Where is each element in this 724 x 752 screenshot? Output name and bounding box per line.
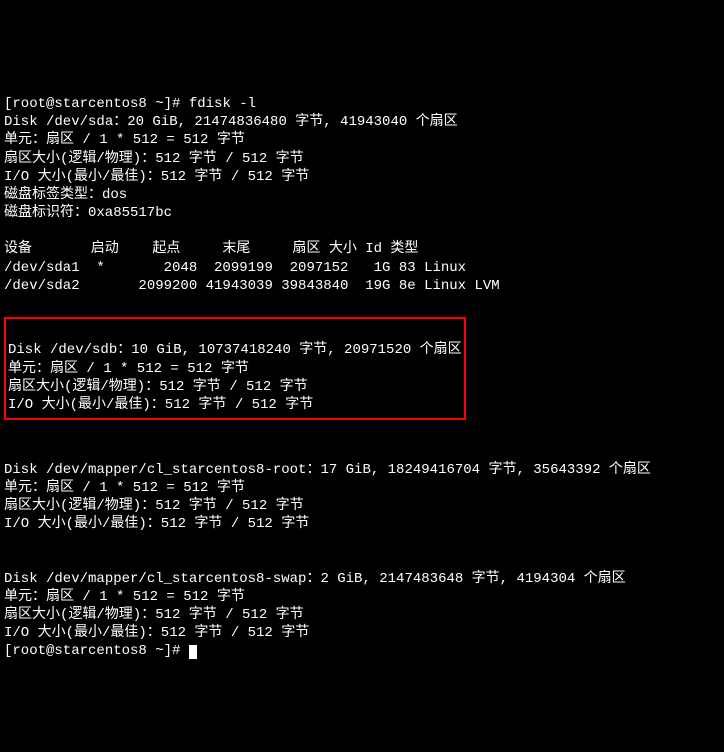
terminal-output: [root@starcentos8 ~]# fdisk -l Disk /dev… (4, 77, 720, 661)
disk-mapper-swap-units: 单元：扇区 / 1 * 512 = 512 字节 (4, 589, 245, 605)
disk-mapper-swap-io-size: I/O 大小(最小/最佳)：512 字节 / 512 字节 (4, 625, 309, 641)
partition-row: /dev/sda2 2099200 41943039 39843840 19G … (4, 278, 500, 294)
shell-prompt: [root@starcentos8 ~]# (4, 96, 189, 112)
disk-sda-label-type: 磁盘标签类型：dos (4, 187, 127, 203)
disk-sda-sector-size: 扇区大小(逻辑/物理)：512 字节 / 512 字节 (4, 151, 304, 167)
disk-sdb-units: 单元：扇区 / 1 * 512 = 512 字节 (8, 361, 249, 377)
disk-mapper-root-io-size: I/O 大小(最小/最佳)：512 字节 / 512 字节 (4, 516, 309, 532)
highlighted-section: Disk /dev/sdb：10 GiB, 10737418240 字节, 20… (4, 317, 466, 420)
command-text: fdisk -l (189, 96, 256, 112)
disk-mapper-root-units: 单元：扇区 / 1 * 512 = 512 字节 (4, 480, 245, 496)
disk-mapper-root-sector-size: 扇区大小(逻辑/物理)：512 字节 / 512 字节 (4, 498, 304, 514)
disk-sdb-io-size: I/O 大小(最小/最佳)：512 字节 / 512 字节 (8, 397, 313, 413)
disk-sdb-sector-size: 扇区大小(逻辑/物理)：512 字节 / 512 字节 (8, 379, 308, 395)
disk-sda-header: Disk /dev/sda：20 GiB, 21474836480 字节, 41… (4, 114, 458, 130)
prompt-line[interactable]: [root@starcentos8 ~]# fdisk -l (4, 96, 256, 112)
disk-mapper-root-header: Disk /dev/mapper/cl_starcentos8-root：17 … (4, 462, 651, 478)
disk-mapper-swap-sector-size: 扇区大小(逻辑/物理)：512 字节 / 512 字节 (4, 607, 304, 623)
disk-sda-io-size: I/O 大小(最小/最佳)：512 字节 / 512 字节 (4, 169, 309, 185)
shell-prompt: [root@starcentos8 ~]# (4, 643, 189, 659)
disk-mapper-swap-header: Disk /dev/mapper/cl_starcentos8-swap：2 G… (4, 571, 626, 587)
partition-table-header: 设备 启动 起点 末尾 扇区 大小 Id 类型 (4, 241, 418, 257)
disk-sda-units: 单元：扇区 / 1 * 512 = 512 字节 (4, 132, 245, 148)
disk-sdb-header: Disk /dev/sdb：10 GiB, 10737418240 字节, 20… (8, 342, 462, 358)
prompt-line-2[interactable]: [root@starcentos8 ~]# (4, 643, 197, 659)
cursor-icon (189, 645, 197, 659)
disk-sda-identifier: 磁盘标识符：0xa85517bc (4, 205, 172, 221)
partition-row: /dev/sda1 * 2048 2099199 2097152 1G 83 L… (4, 260, 466, 276)
